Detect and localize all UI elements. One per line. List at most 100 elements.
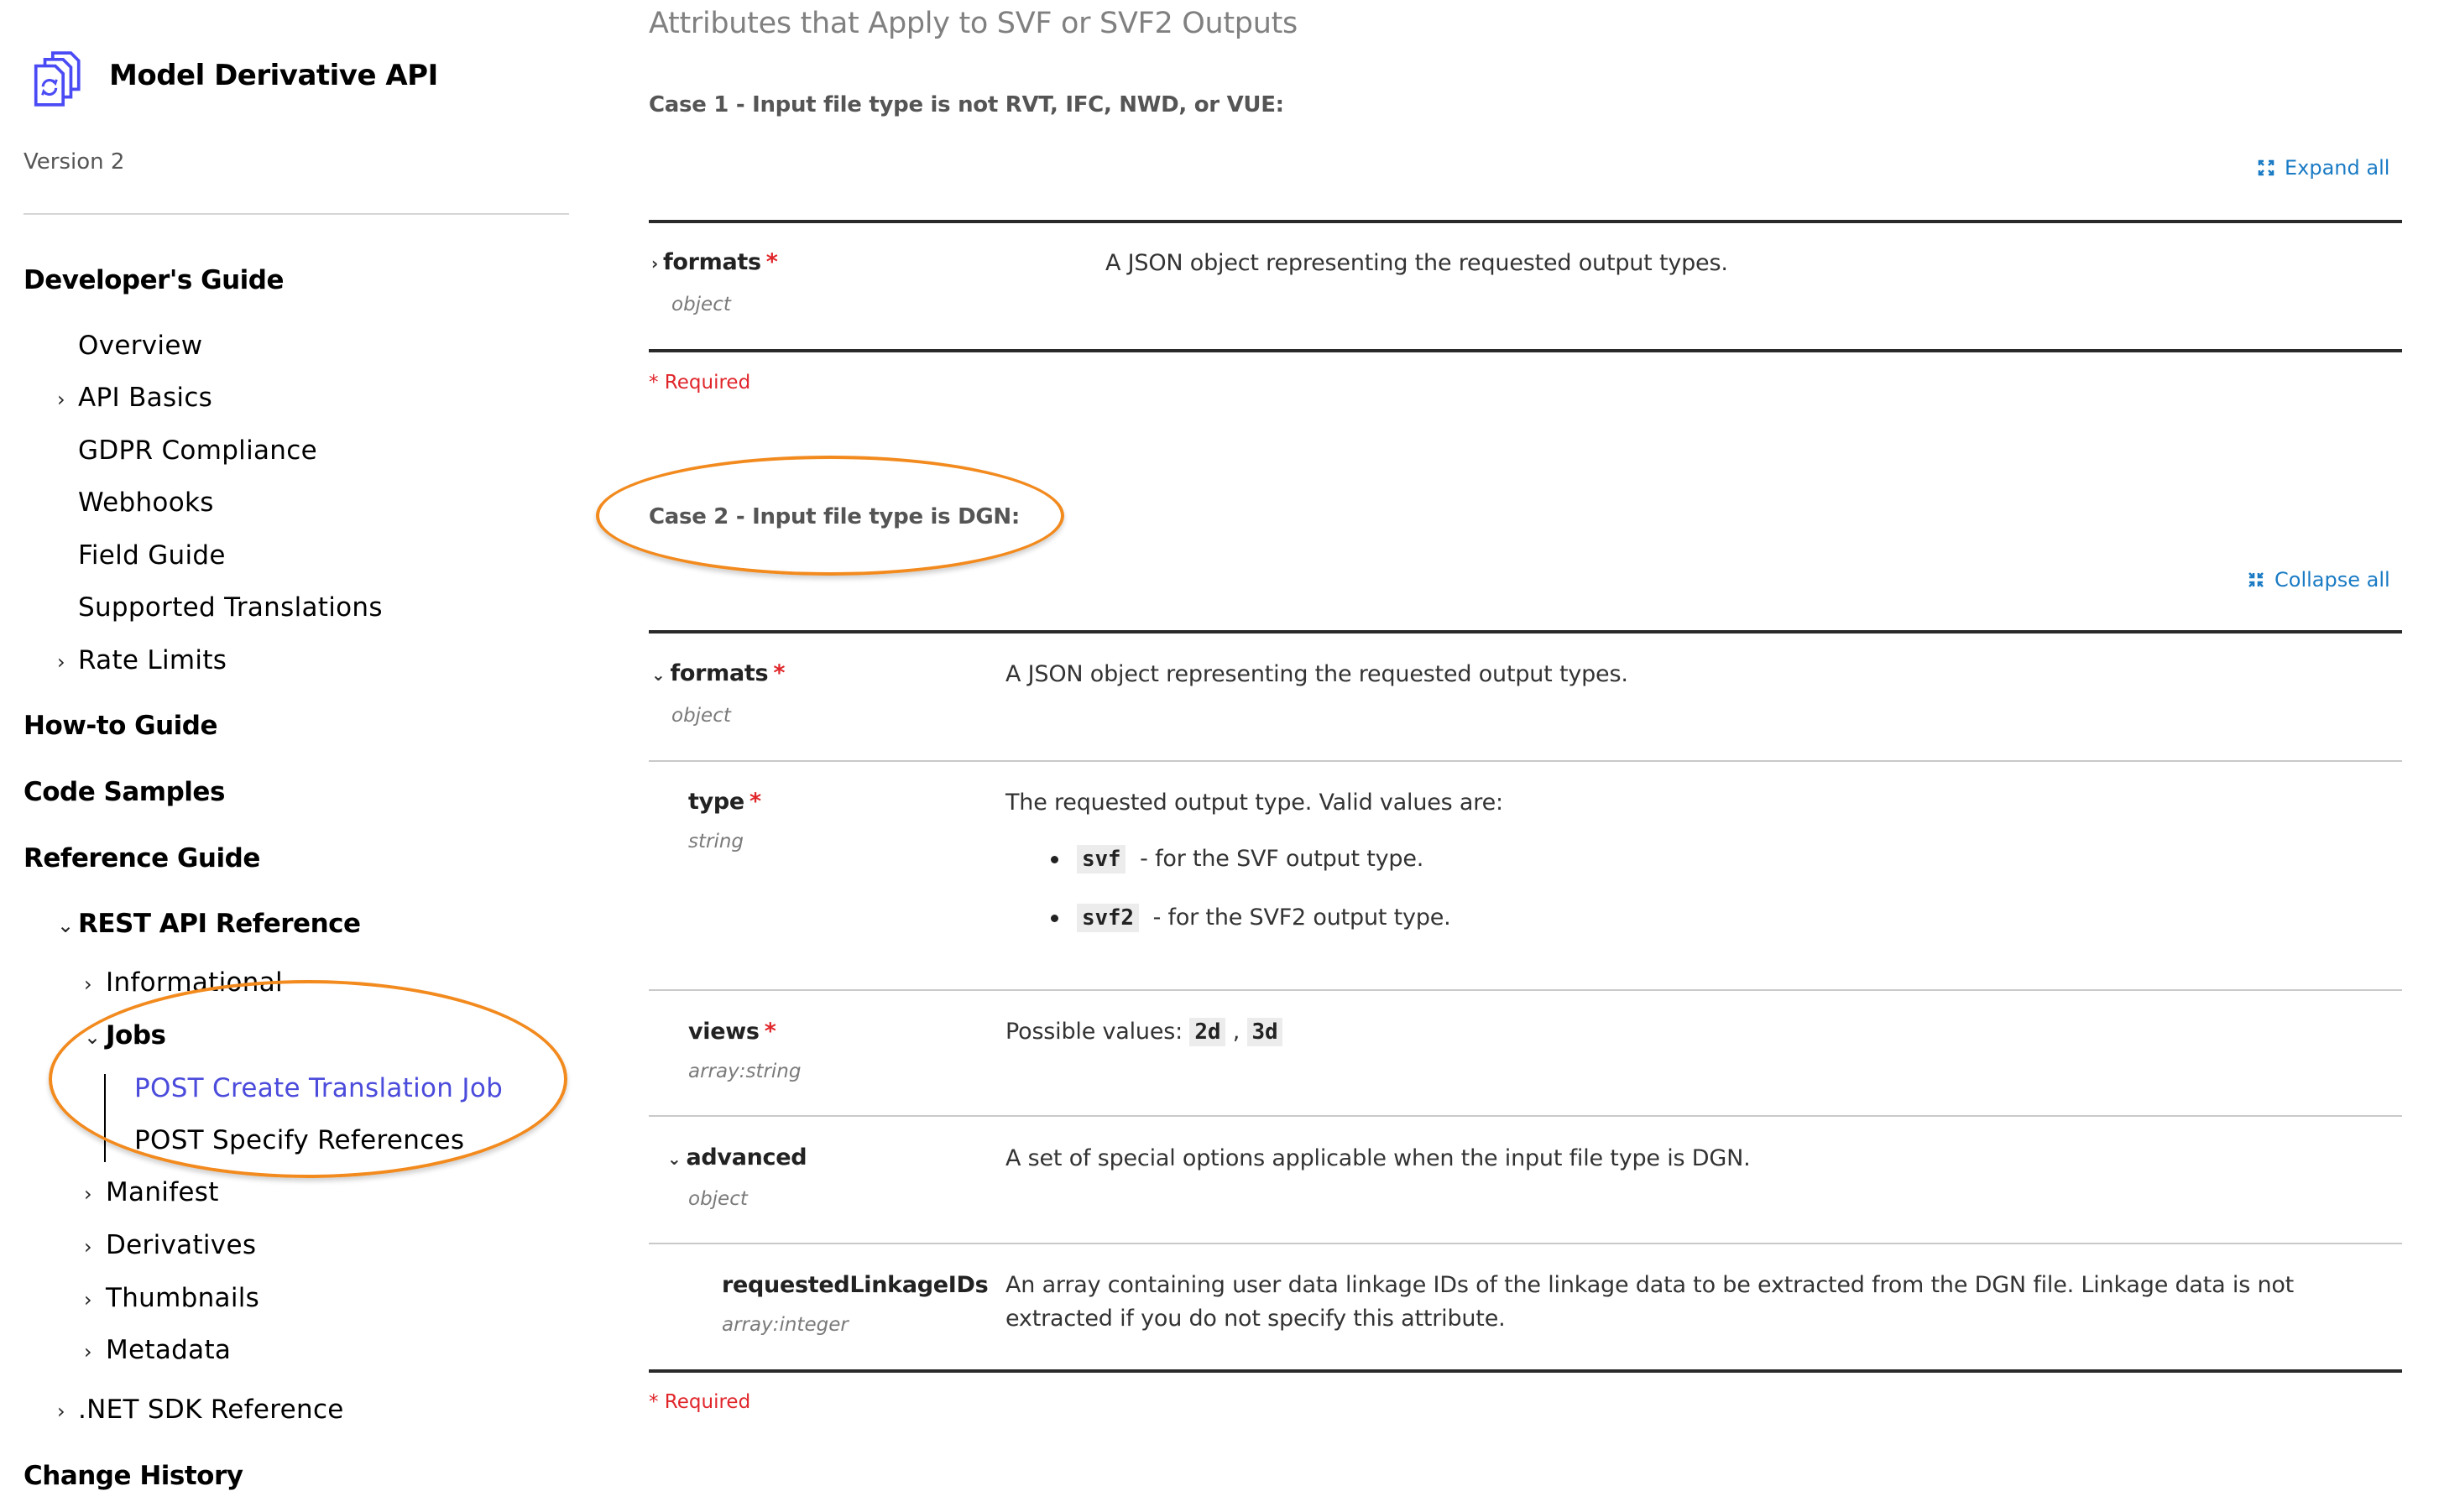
param-type: array:string (688, 1061, 802, 1082)
nav-gdpr-compliance[interactable]: GDPR Compliance (78, 435, 317, 466)
param-type: object (688, 1188, 748, 1210)
param-type-field: type * (688, 789, 761, 815)
nav-metadata[interactable]: › Metadata (84, 1335, 231, 1365)
row-divider (649, 1243, 2402, 1244)
chevron-right-icon[interactable]: › (84, 1235, 106, 1259)
nav-rate-limits[interactable]: › Rate Limits (57, 645, 227, 675)
param-name: advanced (686, 1144, 807, 1170)
nav-jobs-label: Jobs (106, 1020, 166, 1051)
param-description: A JSON object representing the requested… (1105, 250, 1728, 276)
param-description-line-2: extracted if you do not specify this att… (1005, 1306, 1506, 1332)
value-description: - for the SVF output type. (1140, 846, 1424, 872)
param-type: object (671, 705, 731, 727)
param-views: views * (688, 1019, 776, 1045)
param-name: formats (662, 249, 761, 275)
code-svf: svf (1077, 845, 1126, 873)
nav-rest-api-reference-label: REST API Reference (78, 909, 361, 939)
nav-webhooks[interactable]: Webhooks (78, 487, 214, 518)
param-type: array:integer (722, 1314, 849, 1336)
param-description: A JSON object representing the requested… (1005, 661, 1628, 687)
chevron-down-icon[interactable]: ⌄ (667, 1149, 682, 1169)
expand-all-button[interactable]: Expand all (2258, 156, 2389, 180)
param-formats[interactable]: ⌄ formats * (651, 660, 785, 686)
separator: , (1232, 1019, 1240, 1045)
nav-reference-guide[interactable]: Reference Guide (24, 843, 260, 873)
chevron-right-icon[interactable]: › (57, 650, 78, 674)
nav-post-create-translation-job[interactable]: POST Create Translation Job (134, 1073, 503, 1103)
chevron-down-icon[interactable]: ⌄ (84, 1025, 106, 1049)
required-asterisk: * (773, 660, 786, 686)
required-asterisk: * (764, 1019, 776, 1045)
code-2d: 2d (1189, 1018, 1226, 1046)
nav-how-to-guide[interactable]: How-to Guide (24, 711, 218, 741)
document-stack-sync-icon (34, 51, 81, 107)
chevron-right-icon[interactable]: › (651, 253, 658, 274)
chevron-right-icon[interactable]: › (57, 1400, 78, 1423)
chevron-right-icon[interactable]: › (84, 972, 106, 996)
app-title[interactable]: Model Derivative API (109, 59, 438, 92)
bullet-icon (1051, 856, 1058, 863)
collapse-all-button[interactable]: Collapse all (2248, 568, 2390, 592)
nav-developers-guide[interactable]: Developer's Guide (24, 265, 285, 295)
chevron-down-icon[interactable]: ⌄ (57, 914, 78, 937)
table-bottom-border (649, 349, 2402, 352)
param-name: views (688, 1019, 760, 1045)
nav-field-guide[interactable]: Field Guide (78, 540, 226, 571)
expand-icon (2258, 159, 2274, 176)
nav-manifest[interactable]: › Manifest (84, 1177, 219, 1207)
param-type: string (688, 831, 744, 852)
nav-api-basics[interactable]: › API Basics (57, 383, 212, 413)
param-description: Possible values: 2d , 3d (1005, 1018, 1283, 1046)
case2-heading: Case 2 - Input file type is DGN: (649, 504, 1020, 529)
sidebar-divider (24, 213, 569, 215)
collapse-icon (2248, 572, 2264, 587)
table-top-border (649, 220, 2402, 223)
nav-informational-label: Informational (106, 967, 283, 998)
chevron-right-icon[interactable]: › (57, 388, 78, 411)
nav-rate-limits-label: Rate Limits (78, 645, 227, 675)
nav-derivatives[interactable]: › Derivatives (84, 1230, 256, 1260)
nav-net-sdk-reference-label: .NET SDK Reference (78, 1395, 344, 1425)
chevron-right-icon[interactable]: › (84, 1340, 106, 1363)
param-requested-linkage-ids: requestedLinkageIDs (722, 1272, 989, 1298)
code-3d: 3d (1246, 1018, 1283, 1046)
nav-jobs[interactable]: ⌄ Jobs (84, 1020, 166, 1051)
value-description: - for the SVF2 output type. (1152, 905, 1451, 931)
table-bottom-border (649, 1369, 2402, 1373)
nav-derivatives-label: Derivatives (106, 1230, 257, 1260)
code-svf2: svf2 (1077, 904, 1139, 932)
nav-overview[interactable]: Overview (78, 331, 202, 361)
nav-api-basics-label: API Basics (78, 383, 213, 413)
case1-heading: Case 1 - Input file type is not RVT, IFC… (649, 92, 1284, 117)
chevron-down-icon[interactable]: ⌄ (651, 665, 666, 685)
chevron-right-icon[interactable]: › (84, 1182, 106, 1206)
section-title: Attributes that Apply to SVF or SVF2 Out… (649, 7, 1298, 40)
param-advanced[interactable]: ⌄ advanced (667, 1144, 807, 1170)
row-divider (649, 760, 2402, 762)
param-description: A set of special options applicable when… (1005, 1145, 1751, 1171)
valid-value-item: svf2 - for the SVF2 output type. (1051, 904, 1451, 932)
nav-manifest-label: Manifest (106, 1177, 219, 1207)
nav-supported-translations[interactable]: Supported Translations (78, 592, 383, 623)
nav-net-sdk-reference[interactable]: › .NET SDK Reference (57, 1395, 344, 1425)
tree-guide-line (104, 1074, 106, 1162)
required-asterisk: * (765, 249, 778, 275)
nav-rest-api-reference[interactable]: ⌄ REST API Reference (57, 909, 361, 939)
row-divider (649, 989, 2402, 991)
collapse-all-label: Collapse all (2274, 568, 2390, 592)
table-top-border (649, 630, 2402, 633)
param-name: type (688, 789, 744, 815)
chevron-right-icon[interactable]: › (84, 1288, 106, 1311)
nav-change-history[interactable]: Change History (24, 1461, 243, 1491)
required-note: * Required (649, 1391, 751, 1413)
nav-post-specify-references[interactable]: POST Specify References (134, 1125, 464, 1155)
nav-informational[interactable]: › Informational (84, 967, 283, 998)
valid-value-item: svf - for the SVF output type. (1051, 845, 1424, 873)
nav-code-samples[interactable]: Code Samples (24, 777, 225, 807)
required-asterisk: * (749, 789, 761, 815)
bullet-icon (1051, 915, 1058, 922)
nav-thumbnails[interactable]: › Thumbnails (84, 1283, 259, 1313)
param-formats[interactable]: › formats * (651, 249, 778, 275)
version-label: Version 2 (24, 149, 125, 175)
expand-all-label: Expand all (2285, 156, 2390, 180)
